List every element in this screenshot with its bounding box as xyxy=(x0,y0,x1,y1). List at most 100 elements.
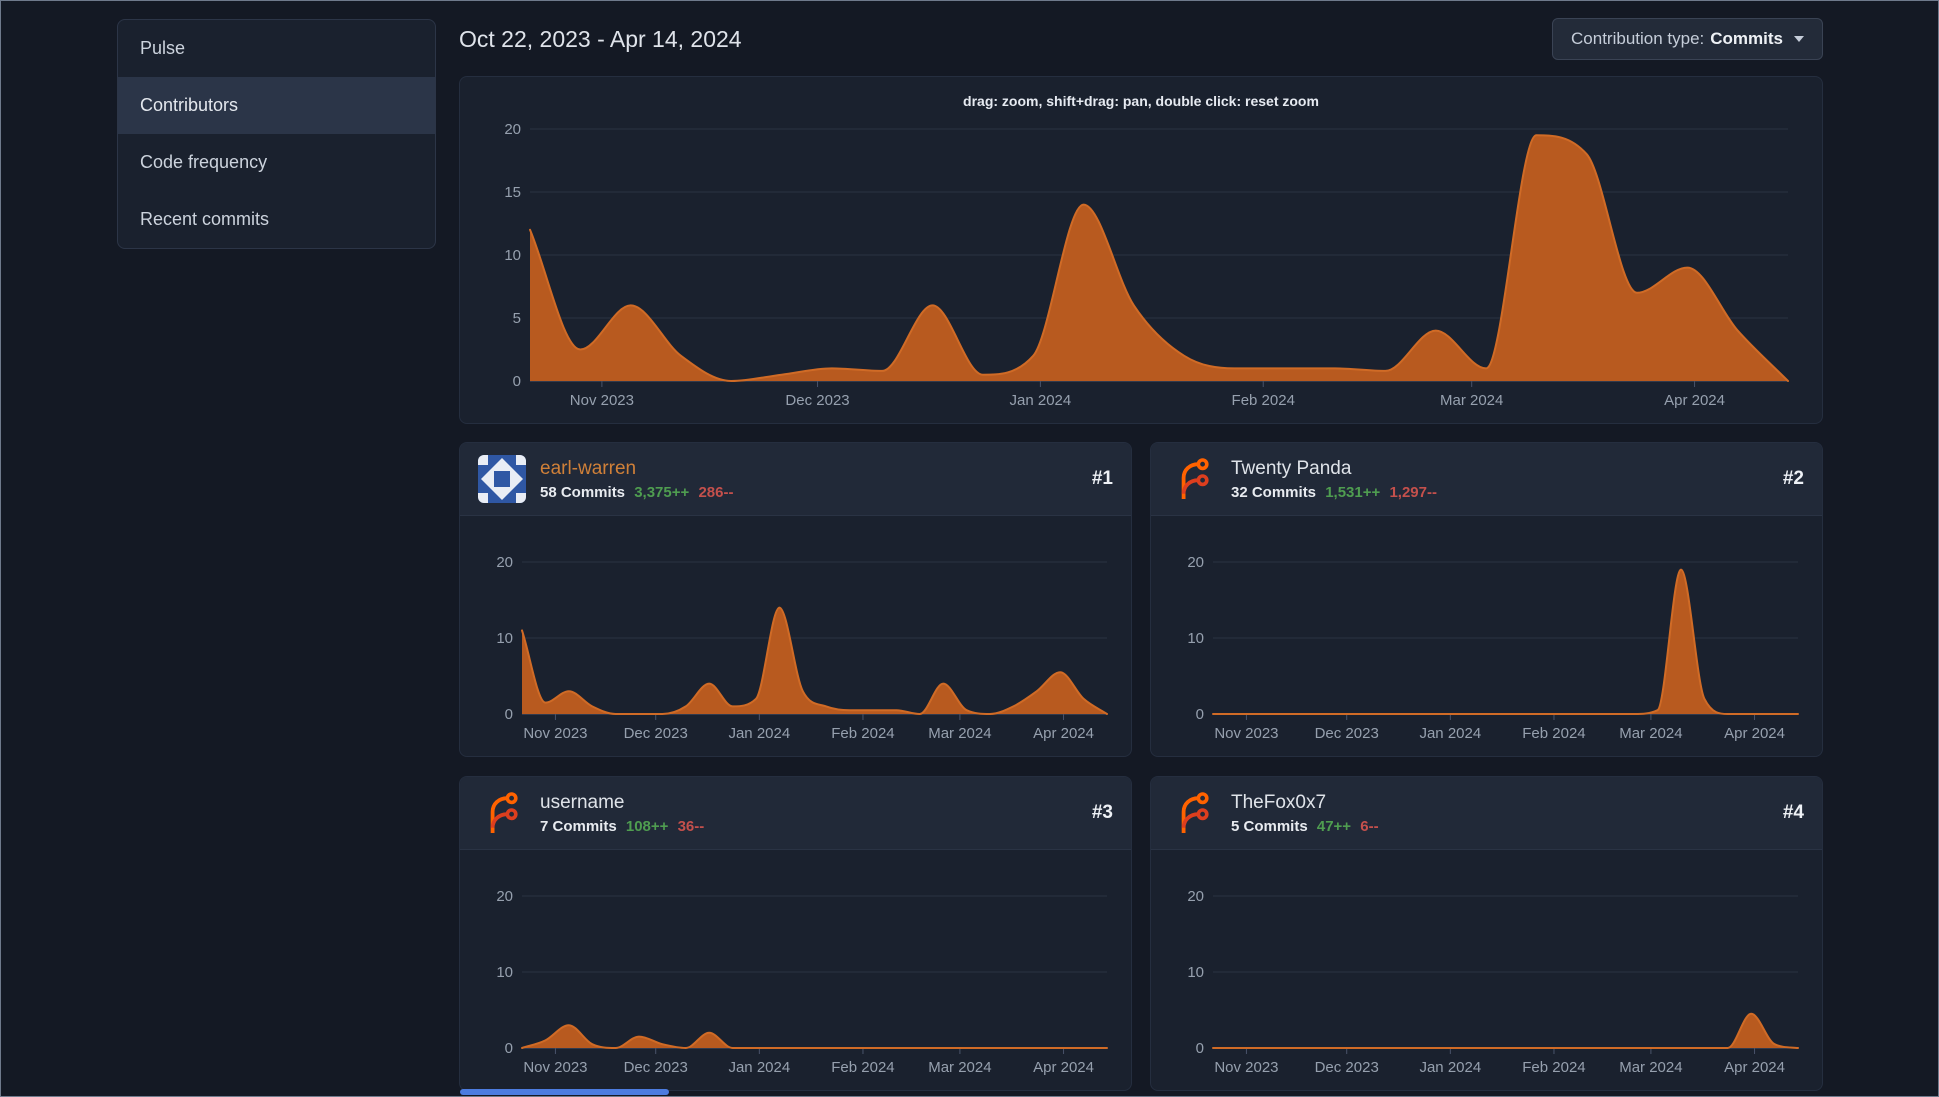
horizontal-scrollbar-thumb[interactable] xyxy=(460,1089,669,1095)
contributor-name-link[interactable]: earl-warren xyxy=(540,458,1078,480)
identicon-icon xyxy=(478,455,526,503)
additions-count: 3,375++ xyxy=(634,483,690,501)
contributor-stats: 58 Commits 3,375++ 286-- xyxy=(540,484,1078,501)
contributor-card-header: TheFox0x7 5 Commits 47++ 6-- #4 xyxy=(1151,777,1822,850)
main-content: Oct 22, 2023 - Apr 14, 2024 Contribution… xyxy=(459,1,1938,1096)
chevron-down-icon xyxy=(1794,36,1804,42)
contributor-title-block: earl-warren 58 Commits 3,375++ 286-- xyxy=(540,458,1078,501)
svg-text:Mar 2024: Mar 2024 xyxy=(1440,392,1503,409)
overall-chart-panel: drag: zoom, shift+drag: pan, double clic… xyxy=(459,76,1823,424)
contributor-card-header: earl-warren 58 Commits 3,375++ 286-- #1 xyxy=(460,443,1131,516)
svg-text:Jan 2024: Jan 2024 xyxy=(728,725,790,742)
forgejo-logo-icon xyxy=(1181,792,1209,833)
forgejo-logo-icon xyxy=(1181,458,1209,499)
svg-text:Jan 2024: Jan 2024 xyxy=(728,1059,790,1076)
contributor-chart[interactable]: 0 10 20 Nov 2023 Dec 2023 Jan 2024 Feb 2024 Mar… xyxy=(472,524,1119,748)
svg-text:Feb 2024: Feb 2024 xyxy=(831,1059,894,1076)
contributors-page: Pulse Contributors Code frequency Recent… xyxy=(0,0,1939,1097)
svg-text:Feb 2024: Feb 2024 xyxy=(1522,725,1585,742)
sidebar-item-contributors[interactable]: Contributors xyxy=(118,77,435,134)
contributor-chart[interactable]: 0 10 20 Nov 2023 Dec 2023 Jan 2024 Feb 2024 Mar… xyxy=(1163,858,1810,1082)
sidebar: Pulse Contributors Code frequency Recent… xyxy=(1,1,459,1096)
svg-text:10: 10 xyxy=(504,247,521,264)
svg-text:20: 20 xyxy=(496,888,513,905)
svg-text:Dec 2023: Dec 2023 xyxy=(1315,725,1379,742)
svg-text:Nov 2023: Nov 2023 xyxy=(570,392,634,409)
svg-text:Dec 2023: Dec 2023 xyxy=(785,392,849,409)
contributor-name[interactable]: username xyxy=(540,792,1078,814)
content-header: Oct 22, 2023 - Apr 14, 2024 Contribution… xyxy=(459,16,1823,62)
additions-count: 47++ xyxy=(1316,817,1352,835)
contributor-chart[interactable]: 0 10 20 Nov 2023 Dec 2023 Jan 2024 Feb 2024 Mar… xyxy=(1163,524,1810,748)
contributor-rank: #1 xyxy=(1091,468,1113,489)
deletions-count: 36-- xyxy=(677,817,705,835)
svg-text:Mar 2024: Mar 2024 xyxy=(1619,725,1682,742)
contributor-card-header: Twenty Panda 32 Commits 1,531++ 1,297-- … xyxy=(1151,443,1822,516)
contributor-title-block: Twenty Panda 32 Commits 1,531++ 1,297-- xyxy=(1231,458,1769,501)
svg-text:Mar 2024: Mar 2024 xyxy=(928,725,991,742)
svg-text:Mar 2024: Mar 2024 xyxy=(1619,1059,1682,1076)
chart-zoom-hint: drag: zoom, shift+drag: pan, double clic… xyxy=(963,93,1319,109)
contributor-title-block: TheFox0x7 5 Commits 47++ 6-- xyxy=(1231,792,1769,835)
svg-text:20: 20 xyxy=(1187,554,1204,571)
contributor-card: earl-warren 58 Commits 3,375++ 286-- #1 … xyxy=(459,442,1132,757)
contributor-chart-area: 0 10 20 Nov 2023 Dec 2023 Jan 2024 Feb 2024 Mar… xyxy=(460,516,1131,756)
svg-text:Nov 2023: Nov 2023 xyxy=(523,725,587,742)
contributor-avatar[interactable] xyxy=(1169,455,1217,503)
commit-count: 32 Commits xyxy=(1231,483,1317,501)
contributor-card-header: username 7 Commits 108++ 36-- #3 xyxy=(460,777,1131,850)
contributor-stats: 7 Commits 108++ 36-- xyxy=(540,818,1078,835)
svg-text:Mar 2024: Mar 2024 xyxy=(928,1059,991,1076)
contributor-name[interactable]: Twenty Panda xyxy=(1231,458,1769,480)
svg-text:Nov 2023: Nov 2023 xyxy=(1214,1059,1278,1076)
svg-text:0: 0 xyxy=(505,706,513,723)
contribution-type-label: Contribution type: xyxy=(1571,29,1705,48)
svg-text:0: 0 xyxy=(1196,706,1204,723)
svg-text:0: 0 xyxy=(513,373,521,390)
contributor-cards-grid: earl-warren 58 Commits 3,375++ 286-- #1 … xyxy=(459,442,1823,1091)
additions-count: 1,531++ xyxy=(1325,483,1381,501)
contributor-rank: #2 xyxy=(1782,468,1804,489)
svg-text:10: 10 xyxy=(1187,630,1204,647)
contributor-rank: #4 xyxy=(1782,802,1804,823)
svg-text:Jan 2024: Jan 2024 xyxy=(1010,392,1072,409)
contributor-avatar[interactable] xyxy=(478,455,526,503)
svg-text:Apr 2024: Apr 2024 xyxy=(1033,725,1094,742)
contributor-card: username 7 Commits 108++ 36-- #3 0 10 20 No… xyxy=(459,776,1132,1091)
contributor-chart-area: 0 10 20 Nov 2023 Dec 2023 Jan 2024 Feb 2024 Mar… xyxy=(1151,516,1822,756)
contributor-name[interactable]: TheFox0x7 xyxy=(1231,792,1769,814)
additions-count: 108++ xyxy=(625,817,669,835)
svg-text:Dec 2023: Dec 2023 xyxy=(1315,1059,1379,1076)
svg-text:10: 10 xyxy=(496,964,513,981)
contributor-card: Twenty Panda 32 Commits 1,531++ 1,297-- … xyxy=(1150,442,1823,757)
svg-text:Dec 2023: Dec 2023 xyxy=(624,725,688,742)
deletions-count: 6-- xyxy=(1360,817,1379,835)
contributor-card: TheFox0x7 5 Commits 47++ 6-- #4 0 10 20 Nov… xyxy=(1150,776,1823,1091)
commit-count: 58 Commits xyxy=(540,483,626,501)
svg-text:20: 20 xyxy=(496,554,513,571)
contributor-chart[interactable]: 0 10 20 Nov 2023 Dec 2023 Jan 2024 Feb 2024 Mar… xyxy=(472,858,1119,1082)
contributor-chart-area: 0 10 20 Nov 2023 Dec 2023 Jan 2024 Feb 2024 Mar… xyxy=(1151,850,1822,1090)
contributor-stats: 32 Commits 1,531++ 1,297-- xyxy=(1231,484,1769,501)
contributor-avatar[interactable] xyxy=(1169,789,1217,837)
svg-text:Jan 2024: Jan 2024 xyxy=(1419,1059,1481,1076)
svg-text:20: 20 xyxy=(1187,888,1204,905)
overall-contributions-chart[interactable]: 0 5 10 15 20 Nov 2023 Dec 2023 Jan 2024 Feb 2024… xyxy=(484,113,1798,415)
commit-count: 7 Commits xyxy=(540,817,617,835)
contribution-type-dropdown[interactable]: Contribution type: Commits xyxy=(1552,18,1823,60)
svg-text:Apr 2024: Apr 2024 xyxy=(1724,725,1785,742)
contributor-title-block: username 7 Commits 108++ 36-- xyxy=(540,792,1078,835)
contributor-stats: 5 Commits 47++ 6-- xyxy=(1231,818,1769,835)
svg-text:Apr 2024: Apr 2024 xyxy=(1033,1059,1094,1076)
svg-text:Apr 2024: Apr 2024 xyxy=(1724,1059,1785,1076)
sidebar-item-pulse[interactable]: Pulse xyxy=(118,20,435,77)
deletions-count: 1,297-- xyxy=(1389,483,1437,501)
svg-text:Dec 2023: Dec 2023 xyxy=(624,1059,688,1076)
contributor-avatar[interactable] xyxy=(478,789,526,837)
sidebar-item-recent-commits[interactable]: Recent commits xyxy=(118,191,435,248)
svg-text:Feb 2024: Feb 2024 xyxy=(831,725,894,742)
contribution-type-value: Commits xyxy=(1710,29,1783,48)
sidebar-item-code-frequency[interactable]: Code frequency xyxy=(118,134,435,191)
deletions-count: 286-- xyxy=(698,483,734,501)
contributor-rank: #3 xyxy=(1091,802,1113,823)
